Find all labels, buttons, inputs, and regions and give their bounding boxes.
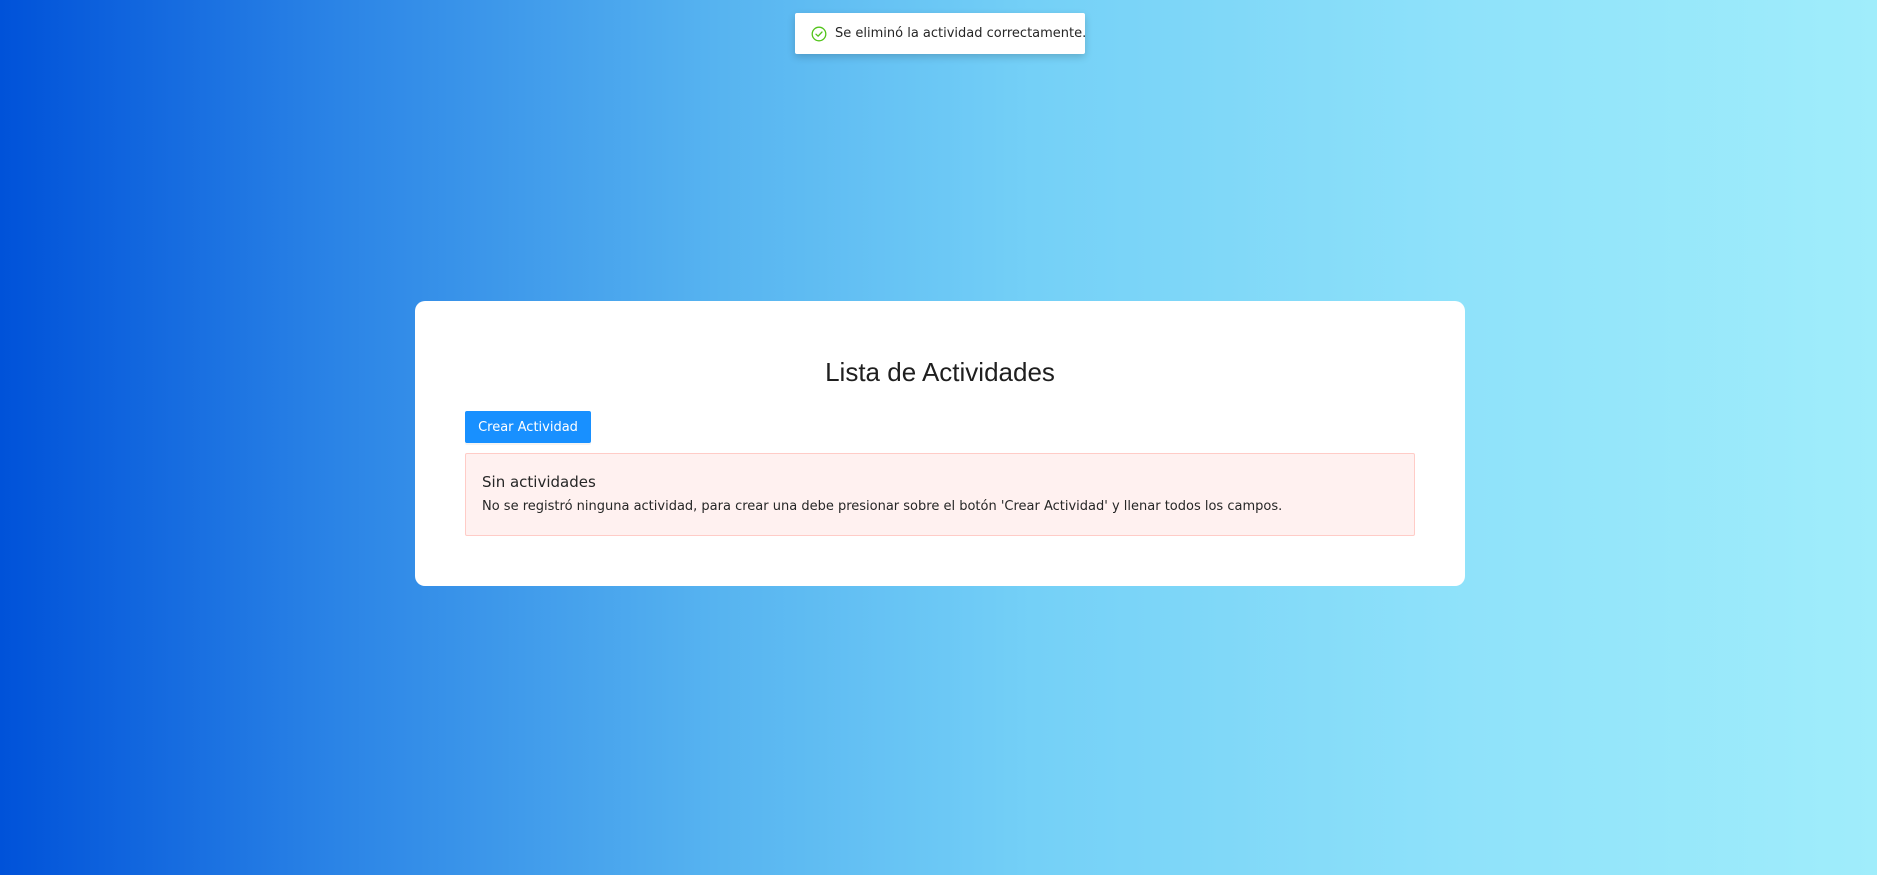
empty-state-alert: Sin actividades No se registró ninguna a… xyxy=(465,453,1415,536)
page-title: Lista de Actividades xyxy=(825,357,1055,387)
activities-card: Lista de Actividades Crear Actividad Sin… xyxy=(415,301,1465,586)
alert-title: Sin actividades xyxy=(482,473,596,491)
check-circle-icon xyxy=(811,26,827,42)
success-toast: Se eliminó la actividad correctamente. xyxy=(795,13,1087,54)
toast-message: Se eliminó la actividad correctamente. xyxy=(835,26,1087,41)
create-activity-button[interactable]: Crear Actividad xyxy=(465,411,591,443)
alert-description: No se registró ninguna actividad, para c… xyxy=(482,499,1283,514)
